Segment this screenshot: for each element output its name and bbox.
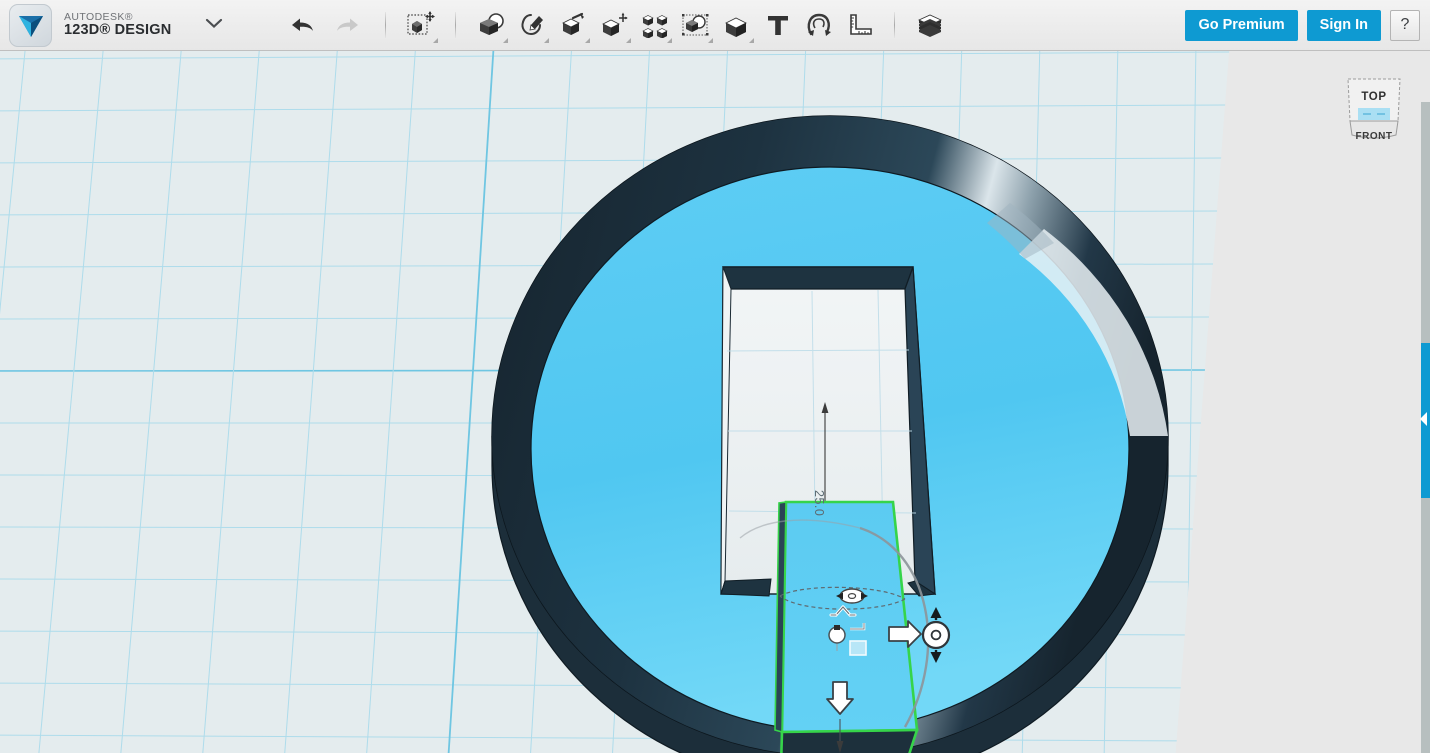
viewport-3d[interactable]: 25.0 TOP FRONT: [0, 51, 1430, 753]
chevron-down-icon[interactable]: [544, 38, 549, 43]
undo-button[interactable]: [279, 3, 325, 47]
scene-svg: [0, 51, 1430, 753]
chevron-left-icon: [1420, 412, 1427, 426]
autodesk-logo-icon[interactable]: [9, 4, 52, 47]
chevron-down-icon[interactable]: [585, 38, 590, 43]
chevron-down-icon[interactable]: [708, 38, 713, 43]
view-cube[interactable]: TOP FRONT: [1342, 69, 1406, 143]
grouping-button[interactable]: [675, 3, 716, 47]
viewcube-top-label[interactable]: TOP: [1342, 91, 1406, 103]
combine-button[interactable]: [716, 3, 757, 47]
chevron-down-icon[interactable]: [667, 38, 672, 43]
model-cylinder-with-slot: [492, 116, 1168, 753]
panel-collapse-left-arrow-icon[interactable]: [1421, 343, 1430, 498]
dimension-label: 25.0: [812, 490, 826, 516]
viewcube-front-label[interactable]: FRONT: [1342, 131, 1406, 142]
toolbar-separator-3: [894, 12, 895, 38]
text-button[interactable]: [757, 3, 798, 47]
top-toolbar: AUTODESK® 123D® DESIGN: [0, 0, 1430, 51]
toolbar-separator-2: [455, 12, 456, 38]
materials-button[interactable]: [909, 3, 950, 47]
measure-button[interactable]: [839, 3, 880, 47]
account-actions: Go Premium Sign In ?: [1176, 10, 1430, 41]
brand-text: AUTODESK® 123D® DESIGN: [64, 12, 171, 38]
construct-button[interactable]: [552, 3, 593, 47]
sketch-button[interactable]: [511, 3, 552, 47]
chevron-down-icon[interactable]: [503, 38, 508, 43]
toolbar-separator-1: [385, 12, 386, 38]
brand-line-product: 123D® DESIGN: [64, 23, 171, 38]
app-root: AUTODESK® 123D® DESIGN: [0, 0, 1430, 753]
help-button[interactable]: ?: [1390, 10, 1420, 41]
pattern-button[interactable]: [634, 3, 675, 47]
go-premium-button[interactable]: Go Premium: [1185, 10, 1297, 41]
chevron-down-icon[interactable]: [749, 38, 754, 43]
modify-button[interactable]: [593, 3, 634, 47]
redo-button[interactable]: [325, 3, 371, 47]
sign-in-button[interactable]: Sign In: [1307, 10, 1381, 41]
chevron-down-icon[interactable]: [205, 16, 223, 34]
chevron-down-icon[interactable]: [433, 38, 438, 43]
chevron-down-icon[interactable]: [626, 38, 631, 43]
primitives-button[interactable]: [470, 3, 511, 47]
brand[interactable]: AUTODESK® 123D® DESIGN: [0, 4, 223, 47]
transform-button[interactable]: [400, 3, 441, 47]
snap-button[interactable]: [798, 3, 839, 47]
tool-group: [279, 0, 950, 51]
